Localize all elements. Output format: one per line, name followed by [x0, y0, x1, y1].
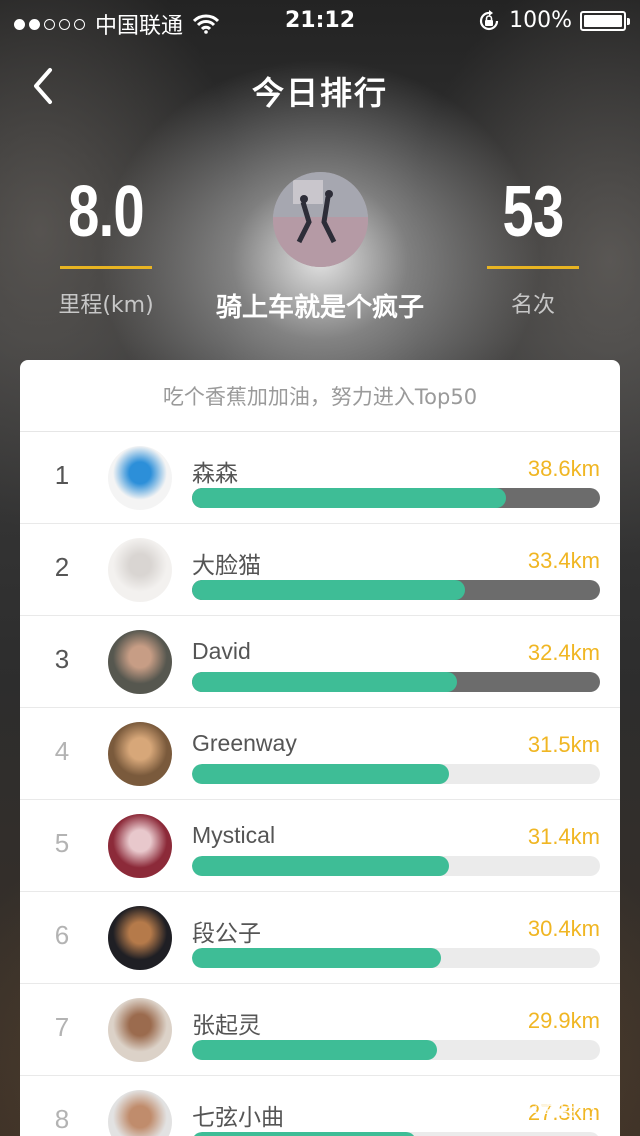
watermark-text: 华南自行车	[518, 1097, 618, 1121]
distance-progress-fill	[192, 580, 466, 600]
user-avatar[interactable]	[108, 1090, 172, 1136]
distance-progress-fill	[192, 856, 450, 876]
watermark: 华南自行车	[480, 1093, 618, 1122]
navigation-bar: 今日排行	[0, 60, 640, 116]
user-name: Greenway	[192, 730, 297, 756]
leaderboard-header: 吃个香蕉加加油，努力进入Top50	[20, 360, 620, 432]
battery-percent: 100%	[509, 8, 572, 33]
rank-number: 1	[54, 460, 70, 490]
user-name: 段公子	[192, 920, 261, 946]
rank-label: 名次	[510, 293, 555, 318]
user-name: 张起灵	[192, 1012, 261, 1038]
distance-progress-bar	[192, 1040, 600, 1060]
distance-progress-fill	[192, 1132, 417, 1136]
distance-progress-bar	[192, 764, 600, 784]
orientation-lock-icon	[480, 9, 499, 30]
leaderboard-row[interactable]: 6 段公子 30.4km	[20, 892, 620, 984]
user-distance: 31.5km	[527, 732, 600, 757]
distance-progress-fill	[192, 1040, 437, 1060]
distance-progress-bar	[192, 672, 600, 692]
user-distance: 30.4km	[527, 916, 600, 941]
user-name: David	[192, 638, 251, 664]
rank-number: 2	[54, 552, 70, 582]
leaderboard-row[interactable]: 3 David 32.4km	[20, 616, 620, 708]
distance-progress-fill	[192, 948, 441, 968]
user-distance: 29.9km	[527, 1008, 600, 1033]
leaderboard-row[interactable]: 5 Mystical 31.4km	[20, 800, 620, 892]
user-name: 大脸猫	[192, 552, 261, 578]
rank-number: 7	[54, 1012, 70, 1042]
leaderboard-card: 吃个香蕉加加油，努力进入Top50 1 森森 38.6km 2 大脸猫 33.4km 3 Da…	[20, 360, 620, 1136]
distance-progress-fill	[192, 488, 507, 508]
rank-number: 6	[54, 920, 70, 950]
rank-value: 53	[502, 172, 565, 252]
user-avatar[interactable]	[108, 814, 172, 878]
user-distance: 31.4km	[527, 824, 600, 849]
distance-progress-bar	[192, 488, 600, 508]
distance-progress-bar	[192, 856, 600, 876]
user-avatar[interactable]	[108, 446, 172, 510]
my-avatar[interactable]	[273, 172, 368, 267]
leaderboard-row[interactable]: 1 森森 38.6km	[20, 432, 620, 524]
leaderboard-row[interactable]: 2 大脸猫 33.4km	[20, 524, 620, 616]
user-distance: 33.4km	[527, 548, 600, 573]
rank-number: 8	[54, 1104, 70, 1134]
rank-number: 4	[54, 736, 70, 766]
user-distance: 32.4km	[527, 640, 600, 665]
user-name: 七弦小曲	[192, 1104, 284, 1130]
distance-progress-fill	[192, 764, 450, 784]
distance-progress-fill	[192, 672, 458, 692]
user-avatar[interactable]	[108, 906, 172, 970]
distance-progress-bar	[192, 580, 600, 600]
leaderboard-row[interactable]: 4 Greenway 31.5km	[20, 708, 620, 800]
rank-stat: 53 名次	[468, 172, 598, 319]
leaderboard-list: 1 森森 38.6km 2 大脸猫 33.4km 3 David 32.4km 4 Greenway…	[20, 432, 620, 1136]
distance-progress-bar	[192, 948, 600, 968]
user-distance: 38.6km	[527, 456, 600, 481]
distance-underline	[60, 266, 152, 269]
rank-number: 5	[54, 828, 70, 858]
status-bar: 中国联通 21:12 100%	[0, 0, 640, 40]
user-avatar[interactable]	[108, 998, 172, 1062]
user-name: 森森	[192, 460, 238, 486]
rank-underline	[487, 266, 579, 269]
rank-number: 3	[54, 644, 70, 674]
user-avatar[interactable]	[108, 630, 172, 694]
distance-value: 8.0	[68, 172, 145, 252]
wechat-icon	[480, 1096, 510, 1119]
battery-icon	[580, 10, 630, 31]
user-avatar[interactable]	[108, 722, 172, 786]
page-title: 今日排行	[251, 74, 388, 112]
leaderboard-row[interactable]: 7 张起灵 29.9km	[20, 984, 620, 1076]
distance-progress-bar	[192, 1132, 600, 1136]
user-name: Mystical	[192, 822, 276, 848]
user-avatar[interactable]	[108, 538, 172, 602]
